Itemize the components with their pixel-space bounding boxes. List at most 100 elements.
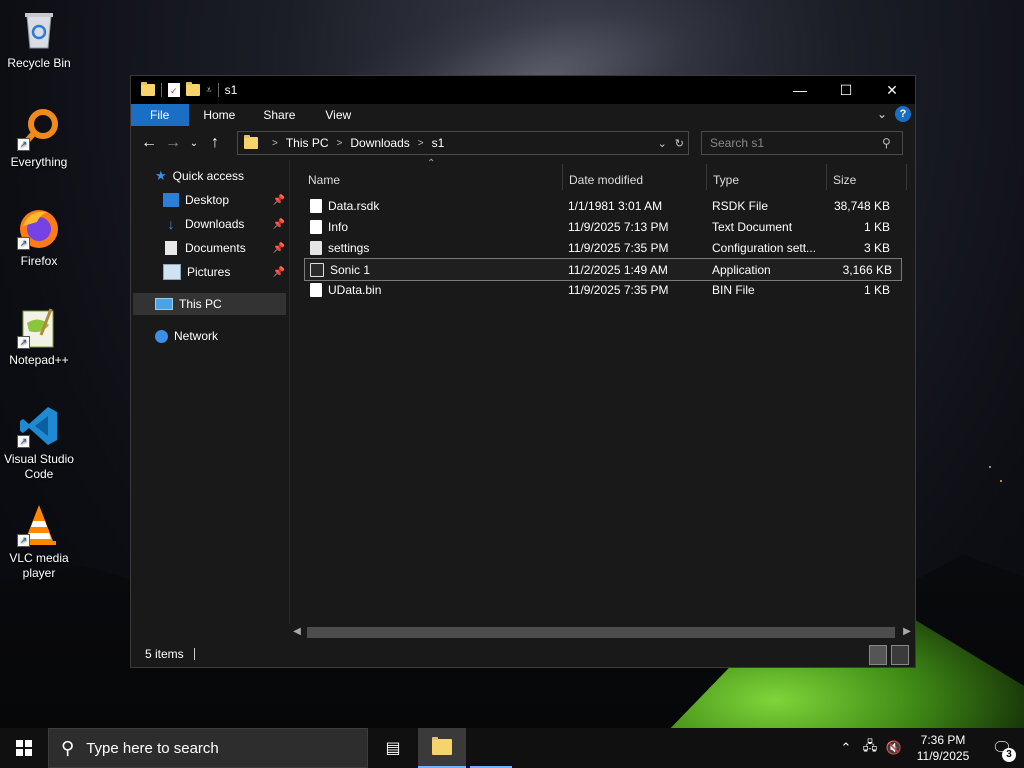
quick-access-toolbar: ✓ ⩡ <box>131 82 219 97</box>
horizontal-scrollbar[interactable]: ◀ ▶ <box>289 624 915 640</box>
task-view-button[interactable]: ▤ <box>370 728 416 768</box>
item-count: 5 items <box>145 647 184 661</box>
column-divider[interactable] <box>906 164 907 190</box>
chevron-right-icon: > <box>272 137 278 149</box>
nav-label: Quick access <box>172 169 245 183</box>
column-divider[interactable] <box>562 164 563 190</box>
column-header-size[interactable]: Size <box>833 168 856 192</box>
tab-view[interactable]: View <box>309 104 365 126</box>
properties-icon[interactable]: ✓ <box>168 83 180 97</box>
search-icon: ⚲ <box>61 737 75 758</box>
customize-toolbar-icon[interactable]: ⩡ <box>206 85 212 96</box>
nav-label: This PC <box>179 297 222 311</box>
navigation-bar: ← → ⌄ ↑ > This PC > Downloads > s1 ⌄ ↻ ⚲ <box>131 126 915 160</box>
volume-muted-icon[interactable]: 🔇 <box>882 740 906 756</box>
tab-home[interactable]: Home <box>189 104 249 126</box>
desktop-icon-notepad-plus-plus[interactable]: ↗ Notepad++ <box>1 305 77 368</box>
file-name: Info <box>328 219 349 234</box>
desktop-icon-vscode[interactable]: ↗ Visual Studio Code <box>1 404 77 482</box>
file-row[interactable]: settings 11/9/2025 7:35 PM Configuration… <box>304 237 900 258</box>
large-icons-view-icon[interactable] <box>891 645 909 665</box>
application-icon <box>310 262 324 277</box>
search-input[interactable] <box>702 135 882 151</box>
nav-item-quick-access[interactable]: ★ Quick access <box>155 165 285 187</box>
file-icon <box>310 282 322 297</box>
window-controls: — ☐ ✕ <box>777 76 915 104</box>
view-toggle <box>869 645 909 665</box>
vscode-icon: ↗ <box>17 404 61 448</box>
file-name: UData.bin <box>328 282 382 297</box>
column-header-type[interactable]: Type <box>713 168 739 192</box>
pin-icon: 📌 <box>272 242 285 254</box>
desktop-icon-label: Visual Studio Code <box>4 452 74 481</box>
pin-icon: 📌 <box>272 218 285 230</box>
file-row-selected[interactable]: Sonic 1 11/2/2025 1:49 AM Application 3,… <box>304 258 902 281</box>
address-history-dropdown-icon[interactable]: ⌄ <box>658 137 667 150</box>
breadcrumb-this-pc[interactable]: This PC <box>286 136 329 150</box>
desktop-icon-firefox[interactable]: ↗ Firefox <box>1 206 77 269</box>
desktop-icon-recycle-bin[interactable]: Recycle Bin <box>1 8 77 71</box>
nav-item-desktop[interactable]: Desktop 📌 <box>163 189 285 211</box>
refresh-icon[interactable]: ↻ <box>675 137 684 150</box>
close-button[interactable]: ✕ <box>869 76 915 104</box>
maximize-button[interactable]: ☐ <box>823 76 869 104</box>
breadcrumb-downloads[interactable]: Downloads <box>350 136 409 150</box>
scrollbar-thumb[interactable] <box>307 627 895 638</box>
ribbon-right-controls: ⌄ ? <box>877 106 911 122</box>
file-date: 1/1/1981 3:01 AM <box>568 198 663 213</box>
star-icon: ★ <box>155 168 167 183</box>
action-center-button[interactable]: 🗨 3 <box>980 728 1024 768</box>
show-hidden-icons-icon[interactable]: ⌃ <box>834 740 858 756</box>
tab-share[interactable]: Share <box>249 104 309 126</box>
status-bar: 5 items <box>131 641 915 667</box>
column-divider[interactable] <box>706 164 707 190</box>
file-icon <box>310 198 322 213</box>
wallpaper-star <box>1000 480 1002 482</box>
file-row[interactable]: Info 11/9/2025 7:13 PM Text Document 1 K… <box>304 216 900 237</box>
up-button[interactable]: ↑ <box>203 134 227 152</box>
start-button[interactable] <box>0 728 48 768</box>
scroll-left-icon[interactable]: ◀ <box>289 624 305 640</box>
download-arrow-icon: ↓ <box>167 216 175 232</box>
nav-label: Desktop <box>185 193 230 207</box>
title-bar[interactable]: ✓ ⩡ s1 — ☐ ✕ <box>131 76 915 104</box>
desktop-icon-vlc[interactable]: ↗ VLC media player <box>1 503 77 581</box>
recent-locations-button[interactable]: ⌄ <box>185 138 203 149</box>
nav-item-downloads[interactable]: ↓ Downloads 📌 <box>163 213 286 235</box>
taskbar-file-explorer[interactable] <box>418 728 466 768</box>
desktop-folder-icon <box>163 193 179 207</box>
ribbon-tabs: File Home Share View ⌄ ? <box>131 104 915 126</box>
file-name: Data.rsdk <box>328 198 380 213</box>
tab-file[interactable]: File <box>131 104 190 126</box>
desktop-icon-label: Everything <box>10 155 68 169</box>
file-row[interactable]: Data.rsdk 1/1/1981 3:01 AM RSDK File 38,… <box>304 195 900 216</box>
file-size: 1 KB <box>863 219 890 234</box>
desktop-icon-everything[interactable]: ↗ Everything <box>1 107 77 170</box>
nav-item-documents[interactable]: Documents 📌 <box>163 237 285 259</box>
explorer-body: ★ Quick access Desktop 📌 ↓ Downloads 📌 D… <box>131 158 915 640</box>
address-bar[interactable]: > This PC > Downloads > s1 ⌄ ↻ <box>237 131 689 155</box>
breadcrumb-s1[interactable]: s1 <box>432 136 445 150</box>
clock[interactable]: 7:36 PM 11/9/2025 <box>906 732 980 764</box>
file-row[interactable]: UData.bin 11/9/2025 7:35 PM BIN File 1 K… <box>304 279 900 300</box>
details-view-icon[interactable] <box>869 645 887 665</box>
file-date: 11/2/2025 1:49 AM <box>568 262 668 277</box>
forward-button[interactable]: → <box>161 134 185 152</box>
search-box[interactable]: ⚲ <box>701 131 903 155</box>
divider <box>161 83 162 97</box>
nav-item-network[interactable]: Network <box>155 325 285 347</box>
taskbar-search-box[interactable]: ⚲ Type here to search <box>48 728 368 768</box>
help-icon[interactable]: ? <box>895 106 911 122</box>
scroll-right-icon[interactable]: ▶ <box>899 624 915 640</box>
network-status-icon[interactable]: 🖧 <box>858 737 882 759</box>
nav-item-pictures[interactable]: Pictures 📌 <box>163 261 285 283</box>
nav-item-this-pc[interactable]: This PC <box>133 293 286 315</box>
minimize-button[interactable]: — <box>777 76 823 104</box>
column-divider[interactable] <box>826 164 827 190</box>
new-folder-icon[interactable] <box>186 82 200 96</box>
column-header-date[interactable]: Date modified <box>569 168 643 192</box>
back-button[interactable]: ← <box>137 134 161 152</box>
nav-label: Network <box>174 329 219 343</box>
column-header-name[interactable]: Name <box>308 168 340 192</box>
expand-ribbon-icon[interactable]: ⌄ <box>877 107 887 121</box>
